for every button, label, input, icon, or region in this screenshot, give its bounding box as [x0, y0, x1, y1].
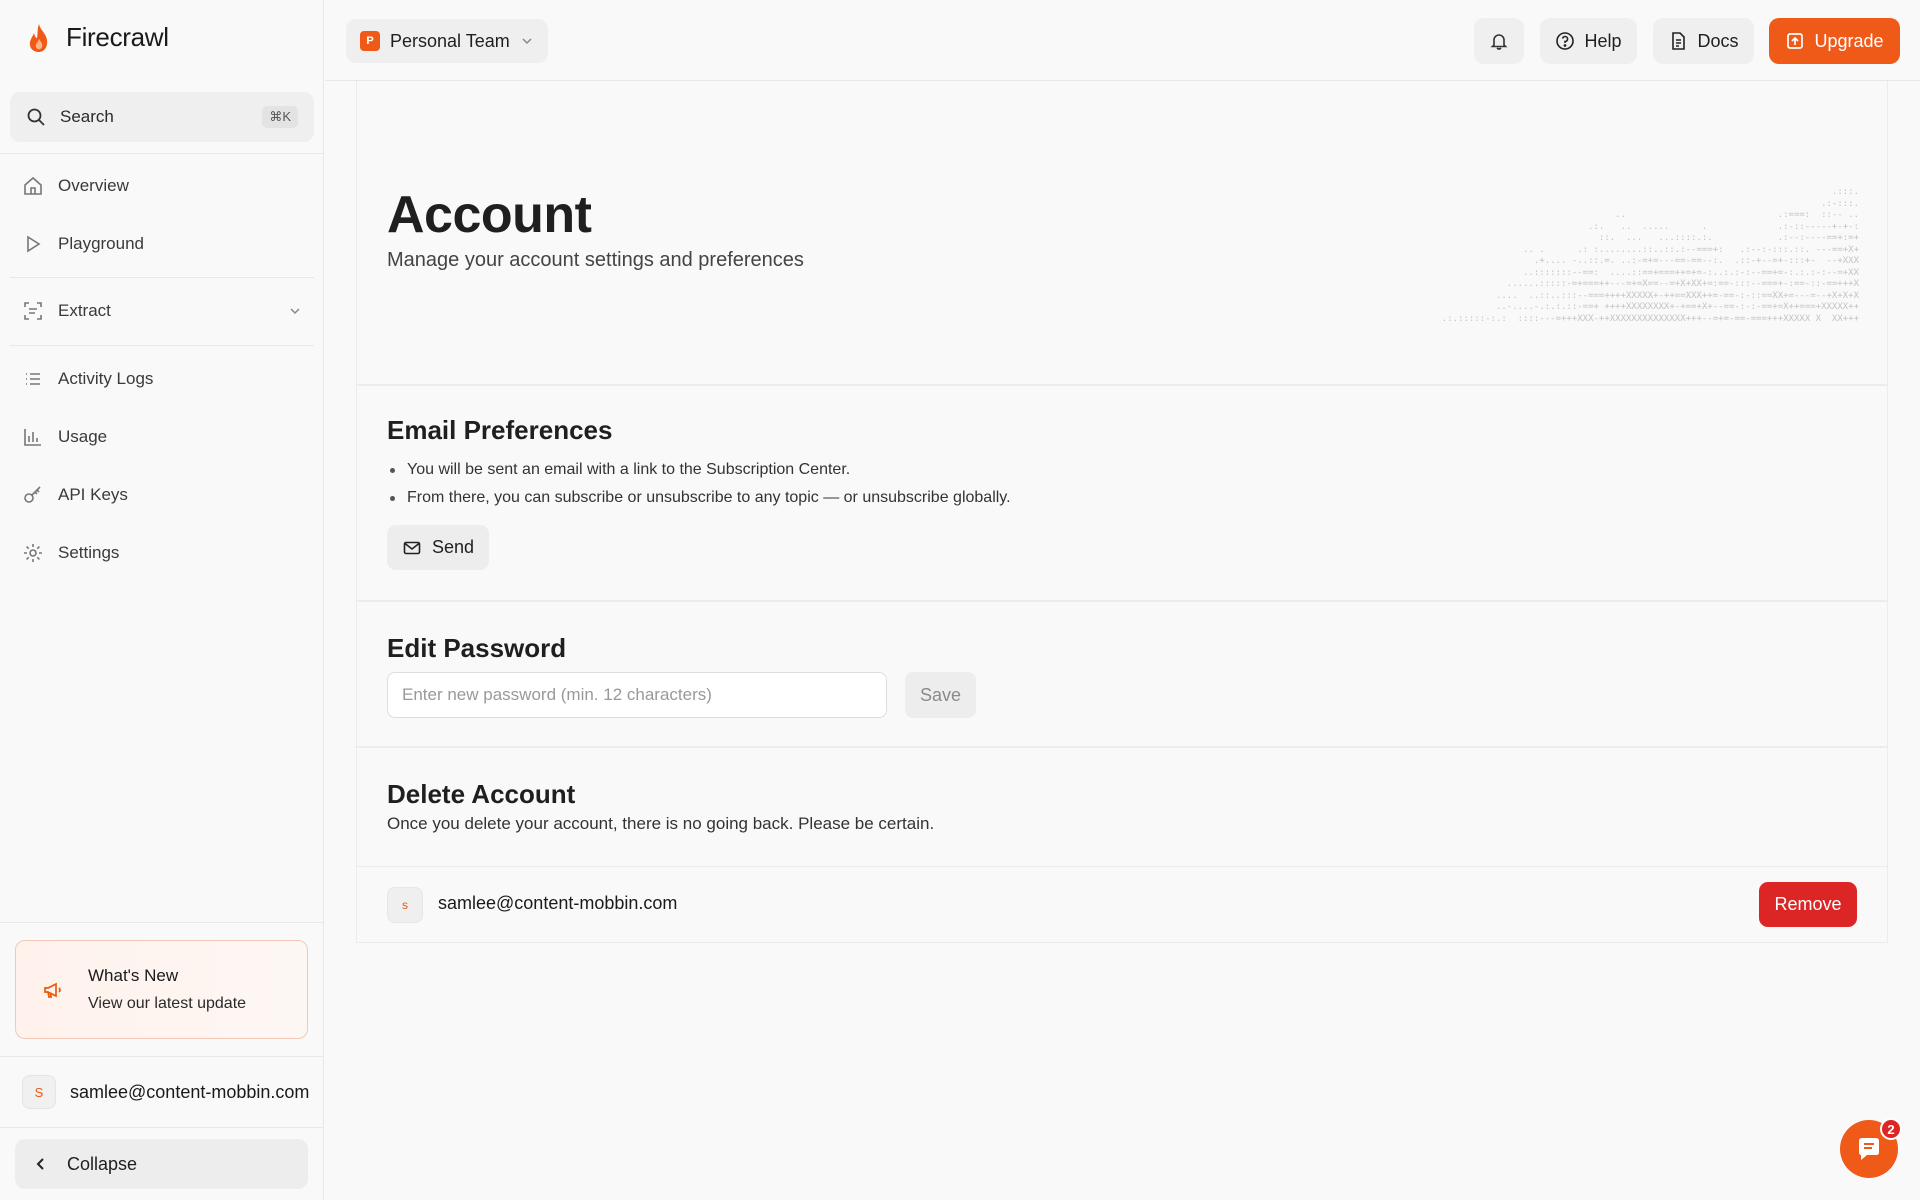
sidebar-item-extract[interactable]: Extract	[10, 288, 314, 334]
docs-label: Docs	[1697, 30, 1739, 51]
extract-icon	[22, 300, 44, 322]
list-icon	[22, 368, 44, 390]
help-button[interactable]: Help	[1540, 18, 1637, 64]
mail-icon	[402, 538, 422, 558]
sidebar-item-playground[interactable]: Playground	[10, 221, 314, 267]
divider	[0, 1056, 324, 1057]
save-password-button[interactable]: Save	[905, 672, 976, 718]
divider	[10, 345, 314, 346]
email-preferences-list: You will be sent an email with a link to…	[387, 456, 1011, 512]
bar-chart-icon	[22, 426, 44, 448]
user-menu[interactable]: S samlee@content-mobbin.com	[22, 1074, 322, 1110]
whats-new-subtitle: View our latest update	[88, 995, 247, 1012]
whats-new-card[interactable]: What's New View our latest update	[15, 940, 308, 1039]
sidebar: Firecrawl Search ⌘K Overview Playground …	[0, 0, 324, 1200]
user-email: samlee@content-mobbin.com	[70, 1081, 310, 1102]
flame-logo-icon	[26, 23, 52, 53]
megaphone-icon	[42, 979, 64, 1001]
home-icon	[22, 175, 44, 197]
email-preferences-section: Email Preferences You will be sent an em…	[356, 385, 1888, 601]
divider	[0, 1127, 324, 1128]
search-label: Search	[60, 107, 114, 126]
sidebar-item-usage[interactable]: Usage	[10, 414, 314, 460]
upgrade-icon	[1785, 31, 1805, 51]
collapse-label: Collapse	[67, 1153, 138, 1174]
sidebar-item-api-keys[interactable]: API Keys	[10, 472, 314, 518]
divider	[10, 277, 314, 278]
list-item: You will be sent an email with a link to…	[387, 456, 1011, 484]
chevron-left-icon	[33, 1156, 49, 1172]
avatar: S	[22, 1075, 56, 1109]
gear-icon	[22, 542, 44, 564]
document-icon	[1668, 31, 1688, 51]
upgrade-button[interactable]: Upgrade	[1769, 18, 1900, 64]
help-circle-icon	[1555, 31, 1575, 51]
sidebar-item-label: Activity Logs	[58, 369, 154, 388]
notifications-button[interactable]	[1474, 18, 1524, 64]
email-preferences-title: Email Preferences	[387, 415, 613, 445]
help-label: Help	[1584, 30, 1622, 51]
remove-account-button[interactable]: Remove	[1759, 882, 1857, 927]
avatar: s	[387, 887, 423, 923]
brand[interactable]: Firecrawl	[26, 22, 169, 53]
team-badge: P	[360, 31, 380, 51]
list-item: From there, you can subscribe or unsubsc…	[387, 484, 1011, 512]
delete-account-section: Delete Account Once you delete your acco…	[356, 747, 1888, 867]
sidebar-item-settings[interactable]: Settings	[10, 530, 314, 576]
delete-account-title: Delete Account	[387, 779, 576, 809]
sidebar-item-label: Settings	[58, 543, 120, 562]
chat-icon	[1855, 1135, 1883, 1163]
sidebar-item-label: Overview	[58, 176, 129, 195]
whats-new-title: What's New	[88, 966, 179, 985]
sidebar-item-overview[interactable]: Overview	[10, 163, 314, 209]
sidebar-item-label: API Keys	[58, 485, 128, 504]
collapse-button[interactable]: Collapse	[15, 1139, 308, 1189]
send-label: Send	[432, 537, 475, 557]
key-icon	[22, 484, 44, 506]
docs-button[interactable]: Docs	[1653, 18, 1754, 64]
topbar: P Personal Team Help Docs Upgrade	[325, 0, 1920, 81]
page-subtitle: Manage your account settings and prefere…	[387, 249, 804, 271]
ascii-art-decoration: .:::. .:-:::. .. .:===: ::-- .. .:. .. .…	[1441, 187, 1859, 324]
page-title: Account	[387, 186, 592, 244]
play-icon	[22, 233, 44, 255]
team-name: Personal Team	[390, 30, 510, 51]
team-switcher[interactable]: P Personal Team	[346, 19, 548, 63]
edit-password-title: Edit Password	[387, 633, 567, 663]
search-button[interactable]: Search ⌘K	[10, 92, 314, 142]
divider	[0, 922, 324, 923]
sidebar-item-label: Playground	[58, 234, 145, 253]
divider	[0, 153, 324, 154]
bell-icon	[1489, 31, 1509, 51]
upgrade-label: Upgrade	[1814, 30, 1884, 51]
send-button[interactable]: Send	[387, 525, 490, 570]
chevron-down-icon	[288, 304, 302, 318]
edit-password-section: Edit Password Save	[356, 601, 1888, 747]
sidebar-item-activity-logs[interactable]: Activity Logs	[10, 356, 314, 402]
brand-name: Firecrawl	[66, 22, 169, 52]
delete-account-description: Once you delete your account, there is n…	[387, 814, 935, 833]
page-header: Account Manage your account settings and…	[356, 81, 1888, 385]
new-password-input[interactable]	[387, 672, 887, 718]
sidebar-item-label: Usage	[58, 427, 108, 446]
sidebar-item-label: Extract	[58, 301, 111, 320]
account-row: s samlee@content-mobbin.com Remove	[356, 866, 1888, 943]
account-email: samlee@content-mobbin.com	[438, 893, 678, 913]
search-icon	[26, 107, 46, 127]
unread-badge: 2	[1880, 1118, 1902, 1140]
search-shortcut: ⌘K	[262, 106, 298, 128]
chevron-down-icon	[520, 34, 534, 48]
